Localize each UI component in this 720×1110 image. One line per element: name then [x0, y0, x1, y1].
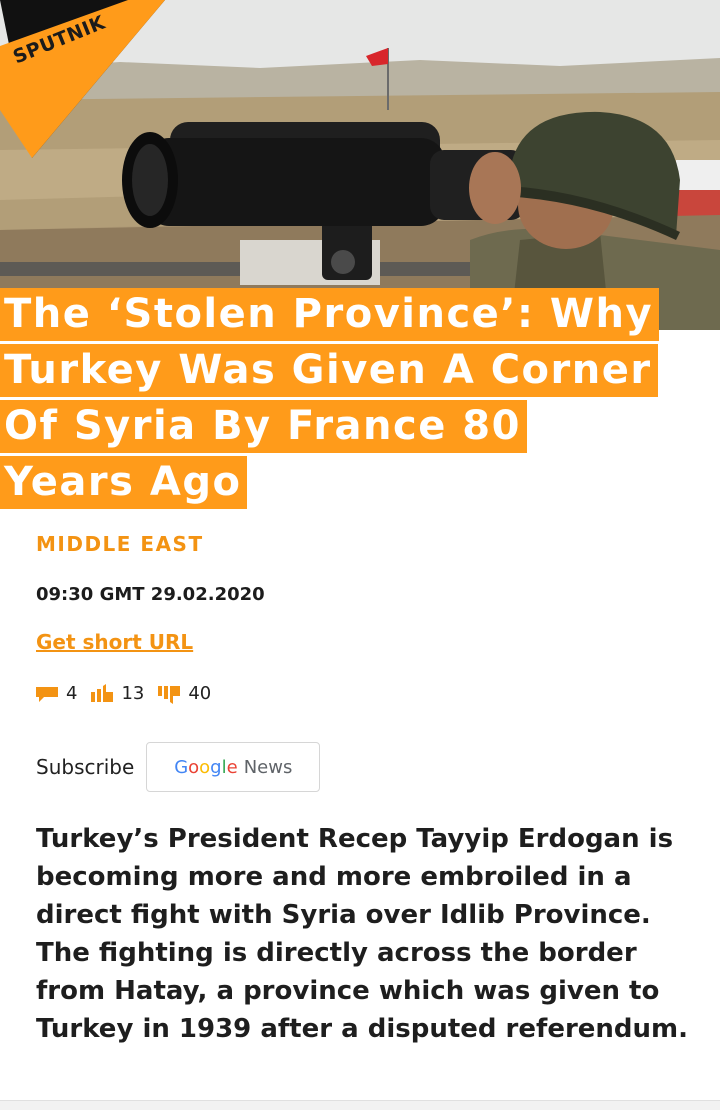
publish-timestamp: 09:30 GMT 29.02.2020	[36, 584, 265, 605]
thumbs-down-icon	[158, 685, 181, 704]
hero-image: SPUTNIK	[0, 0, 720, 330]
get-short-url-link[interactable]: Get short URL	[36, 630, 193, 654]
google-news-logo: Google	[174, 756, 238, 778]
headline-line: Turkey Was Given A Corner	[0, 344, 658, 397]
dislikes-count: 40	[188, 683, 212, 704]
section-link[interactable]: MIDDLE EAST	[36, 532, 204, 556]
subscribe-label: Subscribe	[36, 755, 135, 779]
comments-count: 4	[66, 683, 78, 704]
sputnik-logo[interactable]: SPUTNIK	[0, 0, 170, 160]
google-news-button[interactable]: Google News	[146, 742, 321, 792]
divider	[0, 1100, 720, 1110]
headline-line: Of Syria By France 80	[0, 400, 527, 453]
subscribe-row: Subscribe Google News	[36, 742, 321, 792]
engagement-counters: 4 13 40	[36, 683, 225, 704]
likes-counter[interactable]: 13	[91, 683, 144, 704]
headline-line: The ‘Stolen Province’: Why	[0, 288, 660, 341]
likes-count: 13	[121, 683, 145, 704]
comment-icon	[36, 686, 58, 702]
article-lead-paragraph: Turkey’s President Recep Tayyip Erdogan …	[36, 824, 689, 1044]
thumbs-up-icon	[91, 683, 114, 702]
headline-line: Years Ago	[0, 456, 248, 509]
article-headline: The ‘Stolen Province’: Why Turkey Was Gi…	[0, 288, 720, 512]
comments-counter[interactable]: 4	[36, 683, 77, 704]
google-news-label: News	[243, 756, 293, 778]
dislikes-counter[interactable]: 40	[158, 683, 211, 704]
